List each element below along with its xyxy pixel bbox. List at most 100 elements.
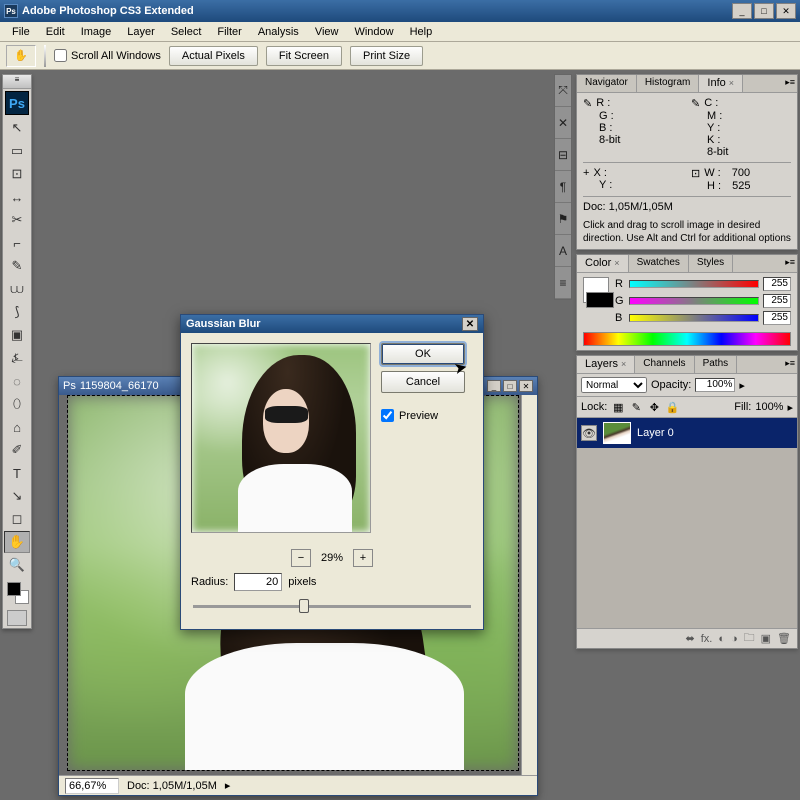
- shape-tool[interactable]: ◻: [4, 508, 30, 530]
- menu-view[interactable]: View: [307, 24, 347, 40]
- tab-channels[interactable]: Channels: [635, 356, 694, 373]
- dock-icon[interactable]: ¶: [555, 171, 571, 203]
- color-spectrum[interactable]: [583, 332, 791, 346]
- menu-filter[interactable]: Filter: [209, 24, 249, 40]
- tab-histogram[interactable]: Histogram: [637, 75, 700, 92]
- dock-icon[interactable]: ⚑: [555, 203, 571, 235]
- radius-slider[interactable]: [193, 597, 471, 617]
- lock-pixels-icon[interactable]: ✎: [629, 400, 643, 414]
- history-brush-tool[interactable]: ▣: [4, 324, 30, 346]
- scroll-all-checkbox[interactable]: [54, 49, 67, 62]
- foreground-swatch[interactable]: [7, 582, 21, 596]
- path-select-tool[interactable]: ↘: [4, 485, 30, 507]
- toolbox-grip[interactable]: ≡: [3, 75, 31, 89]
- group-icon[interactable]: 🗀: [744, 629, 755, 648]
- zoom-in-button[interactable]: +: [353, 549, 373, 567]
- fx-icon[interactable]: fx.: [701, 633, 713, 645]
- menu-help[interactable]: Help: [402, 24, 441, 40]
- radius-input[interactable]: [234, 573, 282, 591]
- fit-screen-button[interactable]: Fit Screen: [266, 46, 342, 66]
- quick-select-tool[interactable]: ↔: [4, 186, 30, 208]
- visibility-icon[interactable]: 👁: [581, 425, 597, 441]
- crop-tool[interactable]: ✂: [4, 209, 30, 231]
- g-value[interactable]: 255: [763, 294, 791, 308]
- menu-select[interactable]: Select: [163, 24, 210, 40]
- blend-mode-select[interactable]: Normal: [581, 377, 647, 393]
- tab-styles[interactable]: Styles: [689, 255, 733, 272]
- dock-icon[interactable]: ≡: [555, 267, 571, 299]
- preview-thumbnail[interactable]: [191, 343, 371, 533]
- hand-tool[interactable]: ✋: [4, 531, 30, 553]
- tab-paths[interactable]: Paths: [695, 356, 738, 373]
- healing-tool[interactable]: ✎: [4, 255, 30, 277]
- r-value[interactable]: 255: [763, 277, 791, 291]
- layer-row[interactable]: 👁 Layer 0: [577, 418, 797, 448]
- link-layers-icon[interactable]: ⬌: [685, 632, 694, 645]
- opacity-value[interactable]: 100%: [695, 378, 735, 392]
- vertical-scrollbar[interactable]: [521, 395, 537, 775]
- dodge-tool[interactable]: ⌂: [4, 416, 30, 438]
- pen-tool[interactable]: ✐: [4, 439, 30, 461]
- tab-info[interactable]: Info×: [699, 75, 743, 92]
- brush-tool[interactable]: ⩊: [4, 278, 30, 300]
- scroll-all-windows-checkbox[interactable]: Scroll All Windows: [54, 49, 161, 62]
- menu-layer[interactable]: Layer: [119, 24, 163, 40]
- layer-thumbnail[interactable]: [603, 422, 631, 444]
- lock-all-icon[interactable]: 🔒: [665, 400, 679, 414]
- tab-navigator[interactable]: Navigator: [577, 75, 637, 92]
- trash-icon[interactable]: 🗑: [777, 632, 791, 645]
- color-swatch[interactable]: [583, 277, 609, 303]
- minimize-button[interactable]: _: [732, 3, 752, 19]
- zoom-out-button[interactable]: −: [291, 549, 311, 567]
- dock-icon[interactable]: ✕: [555, 107, 571, 139]
- print-size-button[interactable]: Print Size: [350, 46, 423, 66]
- close-button[interactable]: ✕: [776, 3, 796, 19]
- tab-swatches[interactable]: Swatches: [629, 255, 689, 272]
- zoom-tool[interactable]: 🔍: [4, 554, 30, 576]
- zoom-field[interactable]: 66,67%: [65, 778, 119, 794]
- dock-icon[interactable]: ⊟: [555, 139, 571, 171]
- mask-icon[interactable]: ◐: [718, 633, 725, 645]
- quick-mask-toggle[interactable]: [7, 610, 27, 626]
- doc-close-button[interactable]: ✕: [519, 380, 533, 392]
- clone-tool[interactable]: ⟆: [4, 301, 30, 323]
- preview-checkbox[interactable]: Preview: [381, 409, 465, 422]
- b-slider[interactable]: [629, 314, 759, 322]
- tab-layers[interactable]: Layers×: [577, 356, 635, 373]
- dock-icon[interactable]: A: [555, 235, 571, 267]
- dock-icon[interactable]: ⤧: [555, 75, 571, 107]
- menu-file[interactable]: File: [4, 24, 38, 40]
- menu-edit[interactable]: Edit: [38, 24, 73, 40]
- actual-pixels-button[interactable]: Actual Pixels: [169, 46, 258, 66]
- blur-tool[interactable]: ⬯: [4, 393, 30, 415]
- cancel-button[interactable]: Cancel: [381, 371, 465, 393]
- lasso-tool[interactable]: ⊡: [4, 163, 30, 185]
- panel-menu-icon[interactable]: ▸≡: [785, 257, 795, 268]
- menu-window[interactable]: Window: [346, 24, 401, 40]
- eraser-tool[interactable]: ⍼: [4, 347, 30, 369]
- dialog-close-button[interactable]: ✕: [462, 317, 478, 331]
- slider-thumb[interactable]: [299, 599, 309, 613]
- fill-value[interactable]: 100%: [755, 401, 783, 413]
- gradient-tool[interactable]: ◌: [4, 370, 30, 392]
- panel-menu-icon[interactable]: ▸≡: [785, 358, 795, 369]
- doc-maximize-button[interactable]: □: [503, 380, 517, 392]
- ok-button[interactable]: OK: [381, 343, 465, 365]
- layer-name[interactable]: Layer 0: [637, 427, 674, 439]
- menu-image[interactable]: Image: [73, 24, 120, 40]
- status-menu-icon[interactable]: ▸: [225, 779, 231, 792]
- slice-tool[interactable]: ⌐: [4, 232, 30, 254]
- g-slider[interactable]: [629, 297, 759, 305]
- new-layer-icon[interactable]: ▣: [761, 632, 771, 645]
- panel-menu-icon[interactable]: ▸≡: [785, 77, 795, 88]
- move-tool[interactable]: ↖: [4, 117, 30, 139]
- doc-minimize-button[interactable]: _: [487, 380, 501, 392]
- current-tool-icon[interactable]: ✋: [6, 45, 36, 67]
- tab-color[interactable]: Color×: [577, 255, 629, 272]
- lock-transparent-icon[interactable]: ▦: [611, 400, 625, 414]
- color-swatches[interactable]: [3, 580, 31, 608]
- menu-analysis[interactable]: Analysis: [250, 24, 307, 40]
- marquee-tool[interactable]: ▭: [4, 140, 30, 162]
- maximize-button[interactable]: □: [754, 3, 774, 19]
- r-slider[interactable]: [629, 280, 759, 288]
